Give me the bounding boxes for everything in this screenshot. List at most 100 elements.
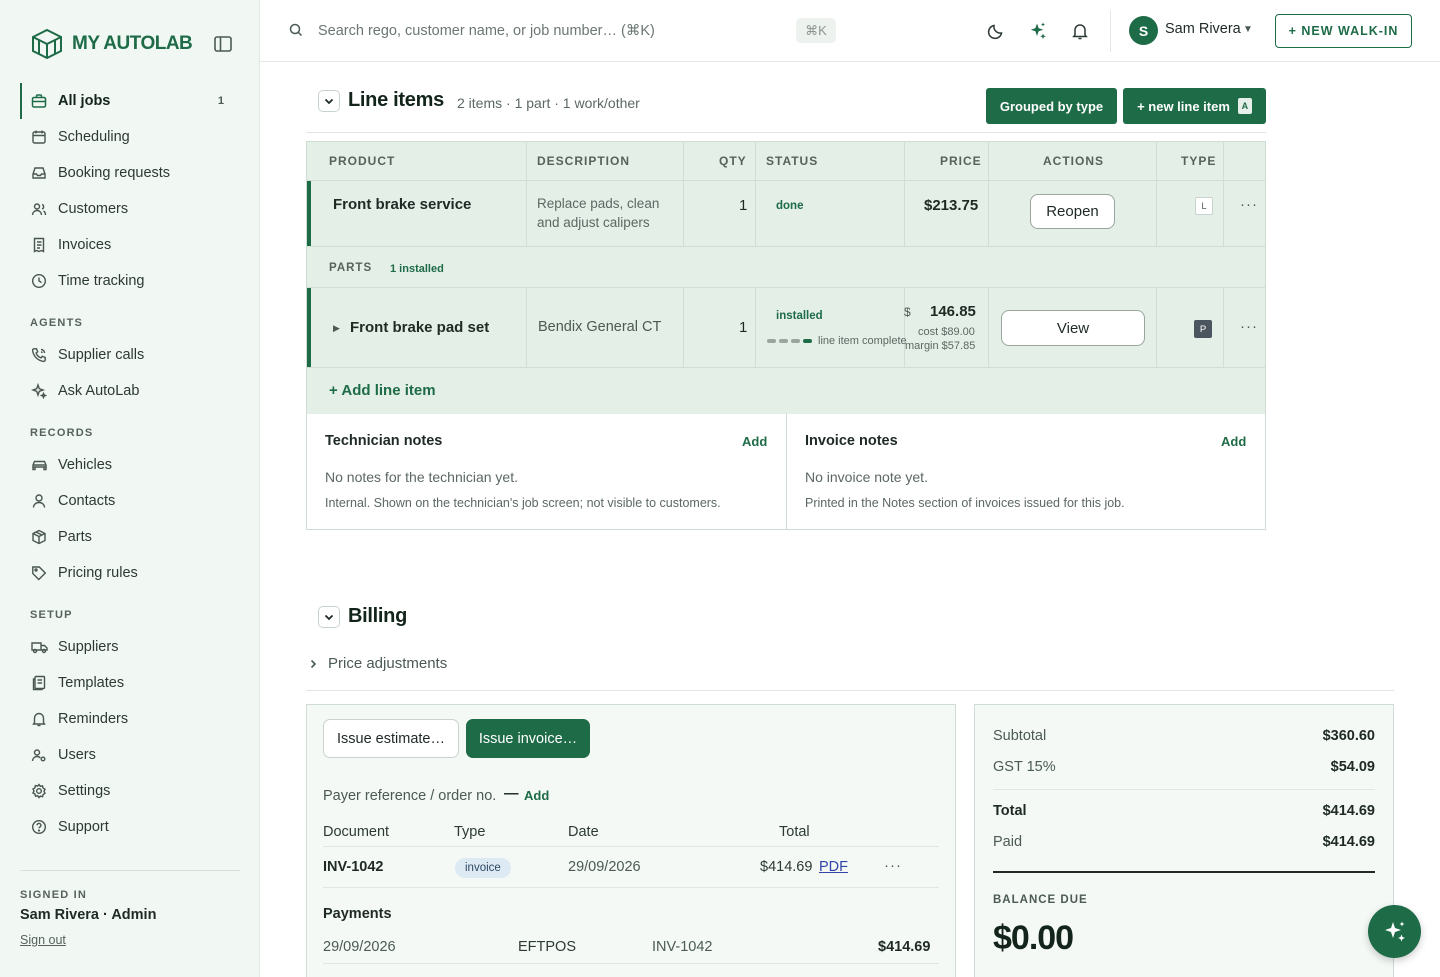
sidebar-item-time-tracking[interactable]: Time tracking: [20, 263, 240, 299]
column-divider: [526, 287, 527, 367]
search-input[interactable]: [318, 20, 738, 42]
sign-out-link[interactable]: Sign out: [20, 933, 66, 947]
sidebar-item-label: Supplier calls: [58, 347, 145, 363]
signed-in-user: Sam Rivera · Admin: [20, 907, 157, 923]
sidebar-item-all-jobs[interactable]: All jobs 1: [20, 83, 240, 119]
top-bar: ⌘K S Sam Rivera ▼ + NEW WALK-IN: [260, 0, 1440, 62]
column-divider: [988, 142, 989, 246]
sidebar-item-users[interactable]: Users: [20, 737, 240, 773]
payment-row-divider: [323, 963, 939, 964]
sidebar-item-supplier-calls[interactable]: Supplier calls: [20, 337, 240, 373]
view-part-button[interactable]: View: [1001, 310, 1145, 346]
subtotal-label: Subtotal: [993, 728, 1047, 744]
billing-collapse-toggle[interactable]: [318, 606, 340, 628]
technician-notes-help: Internal. Shown on the technician's job …: [325, 496, 721, 510]
sidebar-item-contacts[interactable]: Contacts: [20, 483, 240, 519]
parts-installed-count: 1 installed: [390, 263, 444, 275]
topbar-divider: [1110, 10, 1111, 52]
part-status-badge: installed: [776, 310, 823, 322]
sidebar-section-setup: SETUP: [30, 609, 73, 621]
service-price: $213.75: [924, 197, 979, 214]
grouped-by-type-button[interactable]: Grouped by type: [986, 88, 1117, 124]
sidebar-item-invoices[interactable]: Invoices: [20, 227, 240, 263]
row-accent-bar: [307, 288, 311, 367]
document-pdf-link[interactable]: PDF: [819, 859, 848, 875]
reopen-button[interactable]: Reopen: [1030, 194, 1115, 229]
payment-date: 29/09/2026: [323, 939, 396, 955]
invoice-notes-empty: No invoice note yet.: [805, 469, 928, 485]
sidebar-item-suppliers[interactable]: Suppliers: [20, 629, 240, 665]
service-description: Replace pads, clean and adjust calipers: [537, 196, 660, 230]
part-product-name: Front brake pad set: [350, 319, 490, 336]
sidebar-item-label: Vehicles: [58, 457, 113, 473]
app-logo[interactable]: MY AUTOLAB: [30, 28, 193, 60]
issue-estimate-button[interactable]: Issue estimate…: [323, 719, 459, 758]
paid-value: $414.69: [1322, 834, 1375, 850]
theme-toggle-moon-icon[interactable]: [985, 20, 1007, 42]
chevron-down-icon[interactable]: ▼: [1243, 24, 1253, 35]
ai-assistant-button[interactable]: [1368, 905, 1421, 958]
sidebar-item-vehicles[interactable]: Vehicles: [20, 447, 240, 483]
sidebar-item-parts[interactable]: Parts: [20, 519, 240, 555]
chevron-right-icon: [310, 659, 317, 668]
expand-caret-icon[interactable]: ▶: [333, 323, 340, 334]
billing-summary-panel: Subtotal $360.60 GST 15% $54.09 Total $4…: [974, 704, 1394, 977]
doc-header-type: Type: [454, 824, 486, 840]
sidebar-item-ask-autolab[interactable]: Ask AutoLab: [20, 373, 240, 409]
sidebar-item-settings[interactable]: Settings: [20, 773, 240, 809]
gst-label: GST 15%: [993, 759, 1056, 775]
document-row-divider: [323, 887, 939, 888]
invoice-notes-add-button[interactable]: Add: [1221, 434, 1246, 449]
users-cog-icon: [30, 746, 48, 764]
users-icon: [30, 200, 48, 218]
new-walk-in-button[interactable]: + NEW WALK-IN: [1275, 14, 1412, 48]
help-icon: [30, 818, 48, 836]
sidebar-item-templates[interactable]: Templates: [20, 665, 240, 701]
new-line-item-button[interactable]: + new line item A: [1123, 88, 1266, 124]
line-items-collapse-toggle[interactable]: [318, 90, 340, 112]
sidebar-item-booking-requests[interactable]: Booking requests: [20, 155, 240, 191]
sidebar-collapse-icon[interactable]: [213, 35, 233, 53]
template-icon: [30, 674, 48, 692]
progress-segment: [767, 339, 776, 343]
column-header-qty: QTY: [719, 154, 747, 168]
new-line-item-shortcut: A: [1237, 98, 1252, 114]
avatar[interactable]: S: [1129, 16, 1158, 45]
ai-sparkle-icon[interactable]: [1027, 20, 1049, 42]
balance-due-value: $0.00: [993, 919, 1074, 957]
document-menu-icon[interactable]: ···: [884, 857, 902, 874]
notifications-bell-icon[interactable]: [1069, 20, 1091, 42]
column-divider: [988, 287, 989, 367]
user-menu-name[interactable]: Sam Rivera: [1165, 21, 1241, 37]
row-divider: [307, 246, 1265, 247]
sidebar-item-scheduling[interactable]: Scheduling: [20, 119, 240, 155]
subtotal-value: $360.60: [1322, 728, 1375, 744]
sidebar-item-pricing-rules[interactable]: Pricing rules: [20, 555, 240, 591]
document-number: INV-1042: [323, 859, 384, 875]
column-header-type: TYPE: [1181, 154, 1217, 168]
issue-invoice-button[interactable]: Issue invoice…: [466, 719, 590, 758]
technician-notes-title: Technician notes: [325, 433, 443, 449]
column-header-status: STATUS: [766, 154, 819, 168]
search-shortcut-hint: ⌘K: [796, 18, 836, 43]
sidebar: MY AUTOLAB All jobs 1 Scheduling Booking…: [0, 0, 260, 977]
add-line-item-button[interactable]: + Add line item: [329, 382, 436, 399]
doc-header-total: Total: [779, 824, 810, 840]
sidebar-item-label: Ask AutoLab: [58, 383, 140, 399]
sidebar-item-support[interactable]: Support: [20, 809, 240, 845]
technician-notes-add-button[interactable]: Add: [742, 434, 767, 449]
sidebar-item-reminders[interactable]: Reminders: [20, 701, 240, 737]
payer-reference-add-button[interactable]: Add: [524, 788, 549, 803]
column-header-price: PRICE: [940, 154, 982, 168]
sidebar-item-label: Parts: [58, 529, 92, 545]
sparkle-icon: [30, 382, 48, 400]
row-menu-icon[interactable]: ···: [1240, 196, 1258, 213]
document-date: 29/09/2026: [568, 859, 641, 875]
price-adjustments-toggle[interactable]: Price adjustments: [308, 655, 447, 672]
sparkle-icon: [1384, 921, 1405, 941]
document-total: $414.69: [760, 859, 813, 875]
sidebar-item-customers[interactable]: Customers: [20, 191, 240, 227]
invoice-notes-title: Invoice notes: [805, 433, 898, 449]
summary-divider: [993, 789, 1375, 790]
row-menu-icon[interactable]: ···: [1240, 318, 1258, 335]
